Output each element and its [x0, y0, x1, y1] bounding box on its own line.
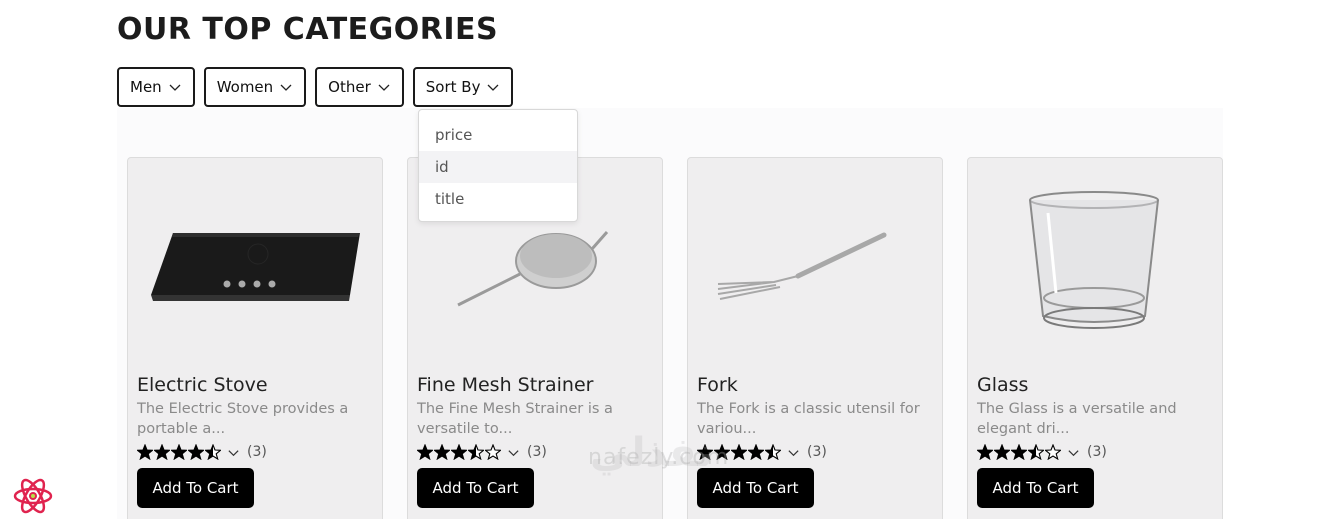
star-empty-icon: [485, 444, 501, 460]
fork-image: [717, 232, 887, 300]
star-full-icon: [977, 444, 993, 460]
product-rating: (3): [137, 443, 267, 461]
chevron-down-icon: [280, 84, 292, 91]
star-full-icon: [1011, 444, 1027, 460]
star-half-icon: [765, 444, 781, 460]
react-logo-icon[interactable]: [12, 475, 54, 517]
star-full-icon: [188, 444, 204, 460]
filter-label: Sort By: [425, 78, 481, 96]
glass-image: [1029, 191, 1159, 329]
review-count: (3): [247, 444, 267, 460]
rating-stars: [417, 444, 501, 460]
star-full-icon: [451, 444, 467, 460]
star-half-icon: [1028, 444, 1044, 460]
star-full-icon: [137, 444, 153, 460]
product-rating: (3): [977, 443, 1107, 461]
product-title: Glass: [977, 374, 1029, 396]
add-to-cart-button[interactable]: Add To Cart: [417, 468, 534, 508]
chevron-down-icon[interactable]: [1067, 446, 1080, 459]
add-to-cart-button[interactable]: Add To Cart: [137, 468, 254, 508]
product-title: Fork: [697, 374, 738, 396]
electric-stove-image: [151, 233, 360, 301]
product-title: Electric Stove: [137, 374, 268, 396]
sort-option-price[interactable]: price: [419, 119, 577, 151]
add-to-cart-button[interactable]: Add To Cart: [977, 468, 1094, 508]
sort-dropdown-menu: price id title: [418, 109, 578, 222]
product-title: Fine Mesh Strainer: [417, 374, 594, 396]
product-card[interactable]: Glass The Glass is a versatile and elega…: [967, 157, 1223, 519]
star-full-icon: [994, 444, 1010, 460]
star-full-icon: [748, 444, 764, 460]
product-description: The Glass is a versatile and elegant dri…: [977, 401, 1177, 437]
chevron-down-icon[interactable]: [507, 446, 520, 459]
star-half-icon: [205, 444, 221, 460]
filter-label: Women: [216, 78, 274, 96]
rating-stars: [977, 444, 1061, 460]
chevron-down-icon[interactable]: [787, 446, 800, 459]
filter-men-button[interactable]: Men: [117, 67, 195, 107]
star-full-icon: [171, 444, 187, 460]
review-count: (3): [1087, 444, 1107, 460]
chevron-down-icon: [378, 84, 390, 91]
product-description: The Fork is a classic utensil for variou…: [697, 401, 920, 437]
filter-label: Men: [130, 78, 162, 96]
chevron-down-icon: [487, 84, 499, 91]
chevron-down-icon[interactable]: [227, 446, 240, 459]
review-count: (3): [807, 444, 827, 460]
filter-bar: Men Women Other Sort By: [117, 67, 514, 107]
star-full-icon: [154, 444, 170, 460]
filter-other-button[interactable]: Other: [315, 67, 404, 107]
add-to-cart-button[interactable]: Add To Cart: [697, 468, 814, 508]
star-half-icon: [468, 444, 484, 460]
review-count: (3): [527, 444, 547, 460]
product-description: The Electric Stove provides a portable a…: [137, 401, 349, 437]
star-empty-icon: [1045, 444, 1061, 460]
filter-women-button[interactable]: Women: [203, 67, 307, 107]
page-title: OUR TOP CATEGORIES: [117, 12, 499, 47]
sort-by-button[interactable]: Sort By: [412, 67, 514, 107]
rating-stars: [137, 444, 221, 460]
chevron-down-icon: [169, 84, 181, 91]
star-full-icon: [731, 444, 747, 460]
sort-option-title[interactable]: title: [419, 183, 577, 215]
product-card[interactable]: Electric Stove The Electric Stove provid…: [127, 157, 383, 519]
star-full-icon: [434, 444, 450, 460]
star-full-icon: [417, 444, 433, 460]
product-rating: (3): [417, 443, 547, 461]
watermark-text: nafezly.com: [588, 445, 730, 470]
sort-option-id[interactable]: id: [419, 151, 577, 183]
filter-label: Other: [328, 78, 371, 96]
